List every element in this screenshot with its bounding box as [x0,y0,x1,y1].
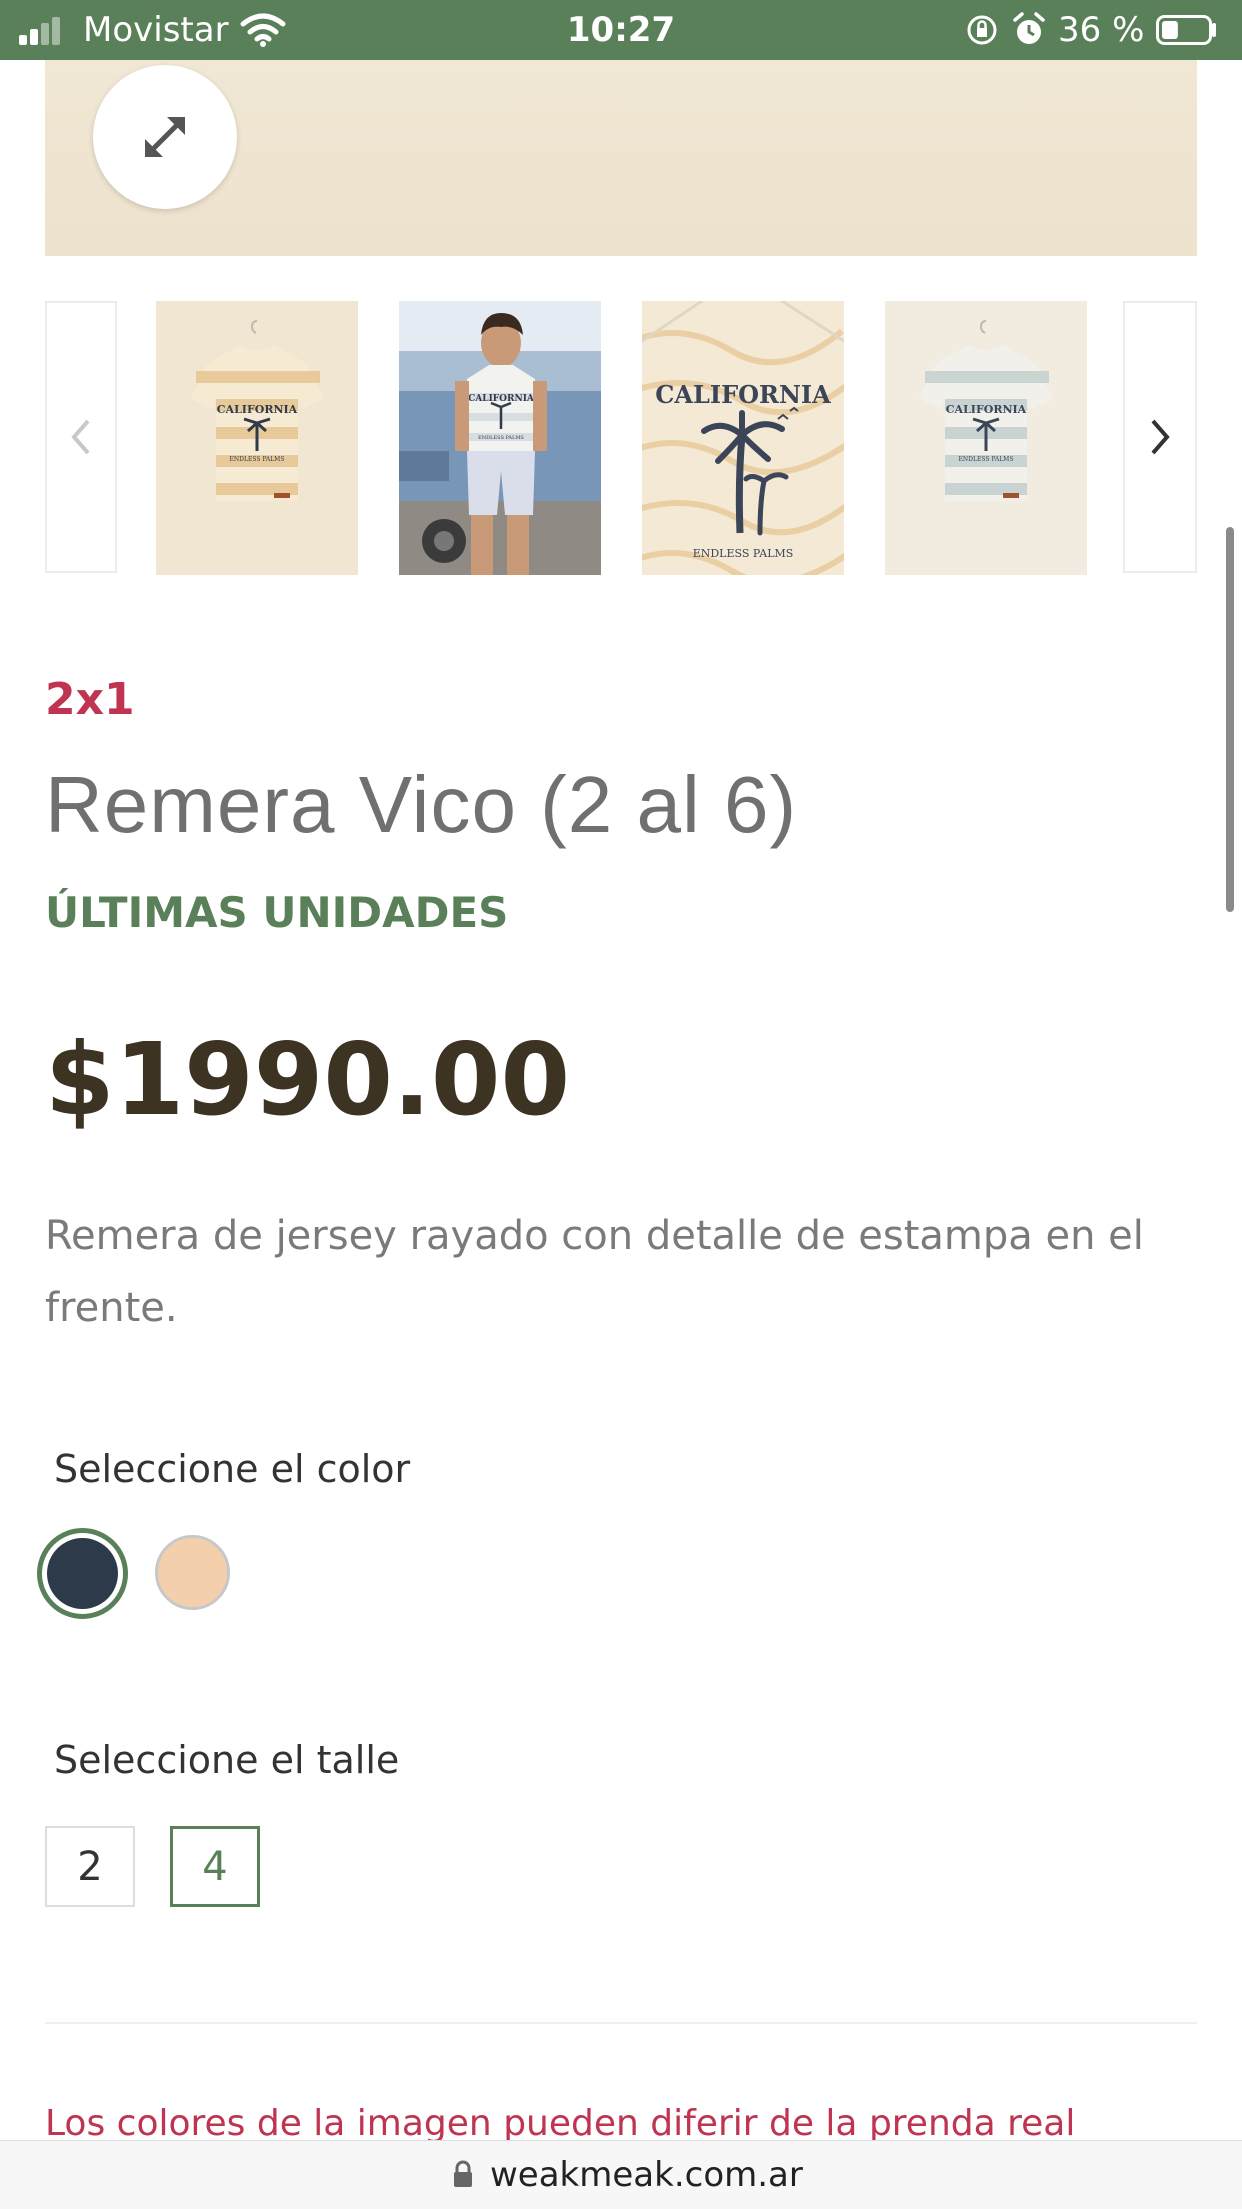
thumb-print-text: CALIFORNIA [217,403,298,416]
size-option-4[interactable]: 4 [170,1826,260,1907]
size-option-2[interactable]: 2 [45,1826,135,1907]
thumb-orange-stripes[interactable]: CALIFORNIA ENDLESS PALMS [156,301,358,575]
color-selector-label: Seleccione el color [54,1447,411,1491]
expand-arrows-icon [145,117,185,157]
chevron-left-icon [71,419,90,455]
carousel-prev-button[interactable] [45,301,117,573]
alarm-icon [1013,12,1045,44]
thumb-blue-stripes[interactable]: CALIFORNIA ENDLESS PALMS [885,301,1087,575]
thumb-model-photo[interactable]: CALIFORNIA ENDLESS PALMS [399,301,601,575]
color-swatch-navy[interactable] [37,1528,128,1619]
thumb-print-closeup[interactable]: CALIFORNIA ENDLESS PALMS [642,301,844,575]
status-bar: Movistar 10:27 36 % [0,0,1242,60]
product-description: Remera de jersey rayado con detalle de e… [45,1213,1144,1331]
stock-status: ÚLTIMAS UNIDADES [45,888,509,937]
expand-image-button[interactable] [93,65,237,209]
swatch-navy-fill [47,1538,118,1609]
clock: 10:27 [566,10,676,50]
svg-text:ENDLESS PALMS: ENDLESS PALMS [230,456,285,463]
size-selector-label: Seleccione el talle [54,1738,400,1782]
product-main-image[interactable] [45,60,1197,256]
product-price: $1990.00 [45,1021,571,1138]
svg-text:ENDLESS PALMS: ENDLESS PALMS [693,547,794,560]
chevron-right-icon [1151,419,1170,455]
browser-url-bar[interactable]: weakmeak.com.ar [0,2140,1242,2209]
svg-text:ENDLESS PALMS: ENDLESS PALMS [478,435,524,441]
battery-icon [1156,15,1216,45]
scroll-indicator [1226,527,1234,912]
thumb-print-text: CALIFORNIA [655,380,831,409]
battery-percent: 36 % [1058,10,1145,50]
color-swatch-peach[interactable] [155,1535,230,1610]
svg-text:ENDLESS PALMS: ENDLESS PALMS [959,456,1014,463]
section-divider [45,2022,1197,2024]
carousel-next-button[interactable] [1123,301,1197,573]
thumb-print-text: CALIFORNIA [946,403,1027,416]
thumb-print-text: CALIFORNIA [468,394,535,404]
promo-badge: 2x1 [45,674,135,725]
rotation-lock-icon [967,15,997,45]
url-text: weakmeak.com.ar [490,2155,803,2195]
product-title: Remera Vico (2 al 6) [45,760,798,849]
thumbnail-carousel: CALIFORNIA ENDLESS PALMS CALIFORNIA ENDL… [45,301,1197,575]
lock-icon [454,2160,472,2187]
